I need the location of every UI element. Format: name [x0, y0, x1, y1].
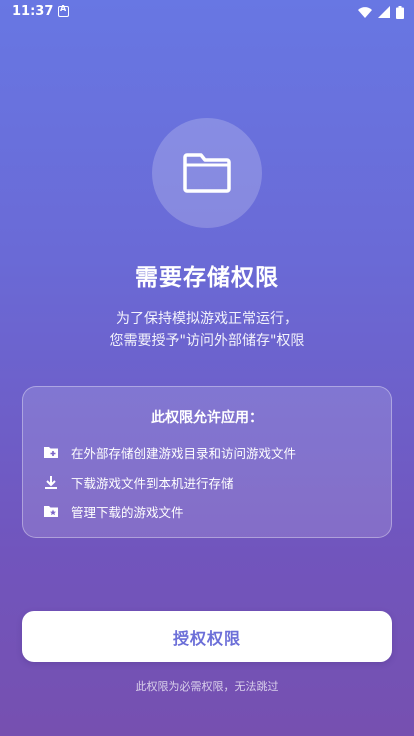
notification-a-icon [58, 4, 69, 17]
grant-permission-button[interactable]: 授权权限 [22, 611, 392, 662]
signal-icon [378, 6, 390, 18]
permissions-card: 此权限允许应用： 在外部存储创建游戏目录和访问游戏文件 下载游戏文件到本机进行存… [22, 386, 392, 538]
permission-screen: 11:37 需要存储权限 为了保持模拟游戏正常运行， 您需要授予"访问外部储存"… [0, 0, 414, 736]
permission-item-label: 在外部存储创建游戏目录和访问游戏文件 [71, 446, 297, 461]
permission-item: 管理下载的游戏文件 [43, 502, 184, 521]
permission-item: 下载游戏文件到本机进行存储 [43, 473, 234, 492]
folder-icon-circle [152, 118, 262, 228]
wifi-icon [358, 6, 372, 18]
folder-star-icon [44, 506, 58, 517]
required-permission-note: 此权限为必需权限，无法跳过 [135, 680, 279, 693]
page-title: 需要存储权限 [135, 265, 279, 291]
folder-add-icon [44, 447, 58, 458]
status-time: 11:37 [12, 4, 54, 19]
permission-item-label: 管理下载的游戏文件 [71, 505, 184, 520]
permission-description: 为了保持模拟游戏正常运行， 您需要授予"访问外部储存"权限 [0, 308, 414, 352]
status-bar: 11:37 [0, 0, 414, 24]
status-icons [358, 5, 404, 19]
card-title: 此权限允许应用： [151, 410, 263, 426]
folder-icon [183, 153, 231, 193]
description-line: 您需要授予"访问外部储存"权限 [109, 333, 305, 349]
download-icon [45, 475, 57, 489]
permission-item-label: 下载游戏文件到本机进行存储 [71, 476, 234, 491]
permission-item: 在外部存储创建游戏目录和访问游戏文件 [43, 443, 296, 462]
description-line: 为了保持模拟游戏正常运行， [116, 311, 298, 327]
battery-icon [396, 5, 404, 19]
